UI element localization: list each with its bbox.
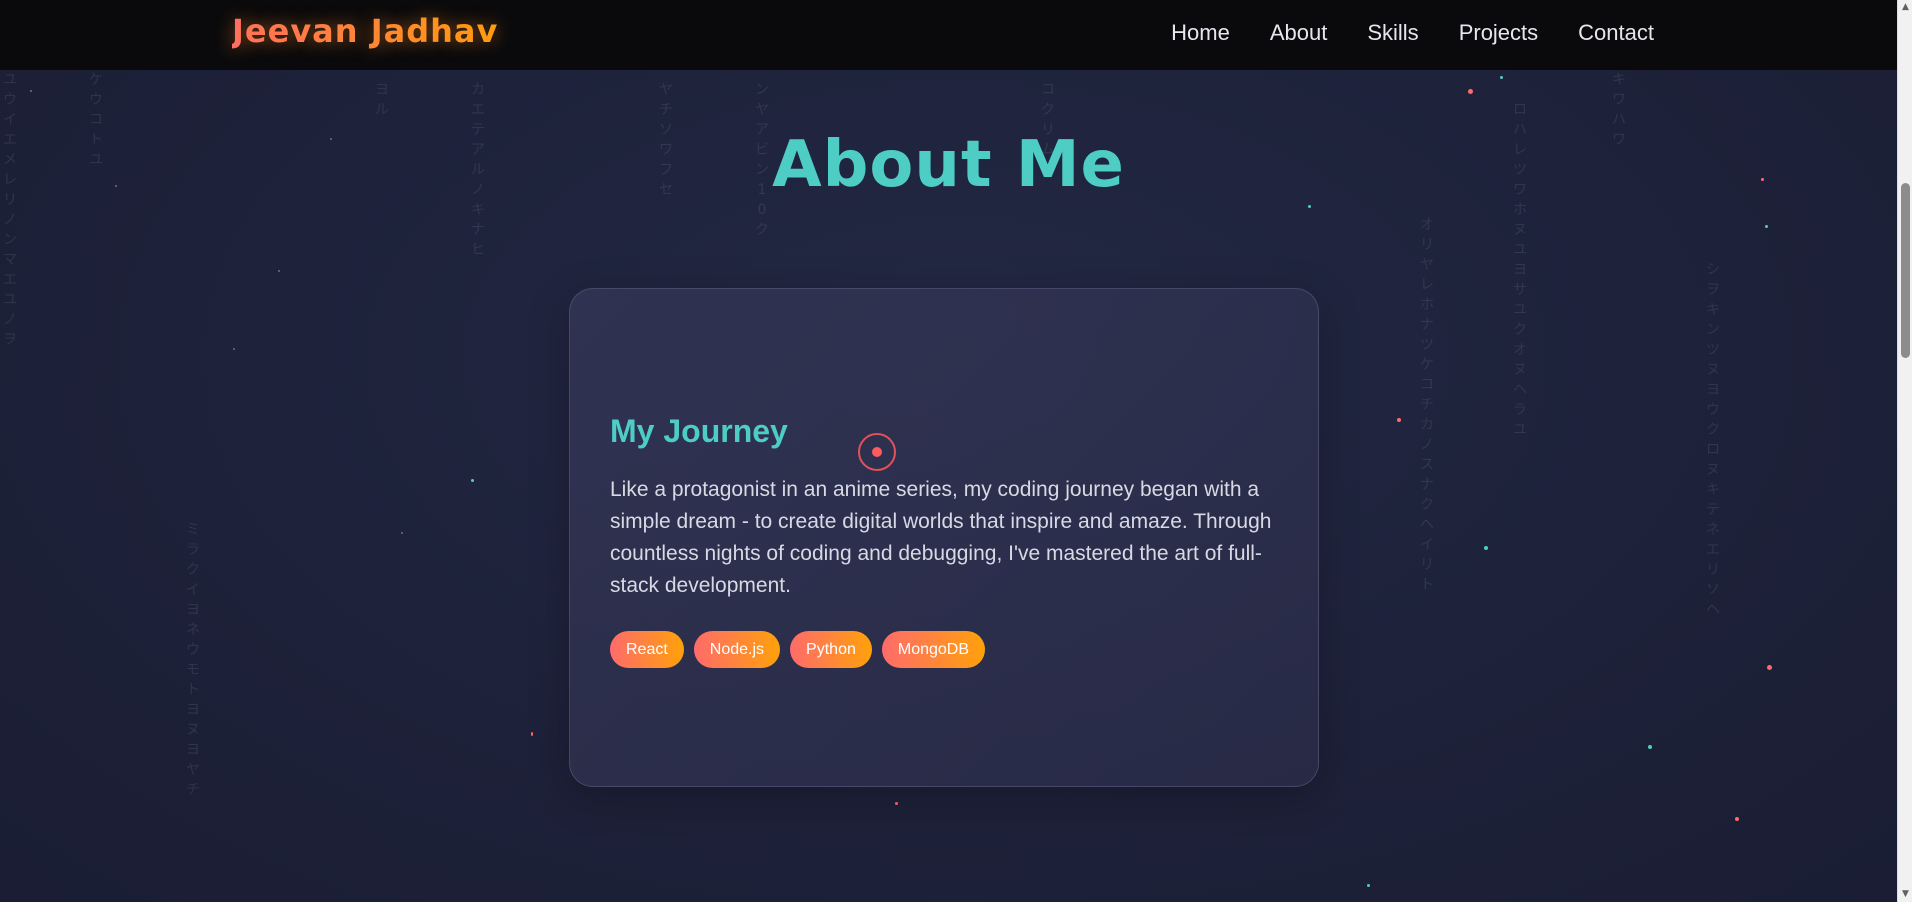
kana-column: シヲキンツヌヨウクロヌキテネエリソヘ [1706, 262, 1720, 618]
nav-menu: Home About Skills Projects Contact [1171, 20, 1654, 46]
particle [401, 532, 403, 534]
nav-link-skills[interactable]: Skills [1367, 20, 1418, 46]
particle [278, 270, 280, 272]
particle [1367, 884, 1370, 887]
particle [1468, 89, 1473, 94]
nav-link-about[interactable]: About [1270, 20, 1328, 46]
scrollbar-thumb[interactable] [1901, 183, 1910, 358]
nav-link-projects[interactable]: Projects [1459, 20, 1538, 46]
particle [1765, 225, 1768, 228]
particle [1484, 546, 1488, 550]
particle [1767, 665, 1772, 670]
section-title: About Me [772, 128, 1125, 202]
scroll-down-arrow-icon[interactable]: ▼ [1898, 887, 1912, 902]
card-heading: My Journey [610, 413, 788, 449]
nav-link-home[interactable]: Home [1171, 20, 1230, 46]
particle [30, 90, 32, 92]
tech-tags: React Node.js Python MongoDB [610, 631, 986, 668]
page: ユウイエメレリノンマエユノヲ ケウコトユ ヨル カエテアルノキナヒ ヤチソワフセ… [0, 0, 1912, 902]
journey-card: My Journey Like a protagonist in an anim… [569, 288, 1319, 787]
kana-column: オリヤレホナツケコチカノスナクヘイリト [1420, 217, 1434, 593]
kana-column: ミラクイヨネウモトヨヌヨヤチ [186, 522, 200, 798]
tag-react[interactable]: React [610, 631, 684, 668]
particle [531, 732, 533, 736]
tag-mongodb[interactable]: MongoDB [881, 631, 986, 668]
kana-column: ヨル [375, 82, 389, 118]
nav-link-contact[interactable]: Contact [1578, 20, 1654, 46]
particle [1308, 205, 1311, 208]
brand-logo[interactable]: Jeevan Jadhav [232, 12, 498, 50]
scroll-up-arrow-icon[interactable]: ▲ [1898, 0, 1912, 15]
cursor-dot-icon [872, 447, 882, 457]
navbar: Jeevan Jadhav Home About Skills Projects… [0, 0, 1897, 70]
particle [1500, 76, 1503, 79]
particle [1648, 745, 1652, 749]
particle [1735, 817, 1739, 821]
tag-nodejs[interactable]: Node.js [693, 631, 781, 668]
particle [1397, 418, 1401, 422]
kana-column: ユウイエメレリノンマエユノヲ [3, 72, 17, 348]
particle [471, 479, 474, 482]
card-description: Like a protagonist in an anime series, m… [610, 478, 1272, 597]
tag-python[interactable]: Python [790, 631, 872, 668]
page-scrollbar[interactable]: ▲ ▼ [1897, 0, 1912, 902]
particle [895, 802, 898, 805]
particle [233, 348, 235, 350]
